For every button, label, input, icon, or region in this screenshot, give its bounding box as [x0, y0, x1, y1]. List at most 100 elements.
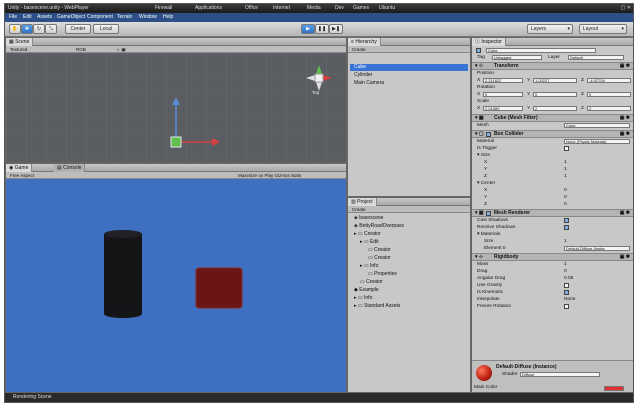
center-x-value[interactable]: 0 — [564, 187, 567, 194]
component-settings-icon[interactable]: ▣ ✱ — [620, 115, 630, 122]
scale-tool-button[interactable]: ⤡ — [45, 24, 57, 34]
layer-dropdown[interactable]: Default — [568, 55, 624, 60]
interpolate-value[interactable]: None — [564, 296, 575, 303]
rotation-z-field[interactable]: 0 — [587, 92, 631, 97]
element-0-field[interactable]: Default-Diffuse (Instar — [564, 246, 630, 251]
play-button[interactable]: ▶ — [301, 24, 315, 34]
project-item[interactable]: ◆ Example — [354, 287, 379, 294]
lighting-icon[interactable]: ☼ ▣ — [116, 46, 126, 53]
menu-edit[interactable]: Edit — [23, 14, 32, 20]
receive-shadows-checkbox[interactable] — [564, 225, 569, 230]
taskbar-item-media[interactable]: Media — [307, 5, 321, 11]
game-options[interactable]: Maximize on Play Gizmos Stats — [238, 172, 301, 179]
mesh-renderer-enabled-checkbox[interactable] — [486, 211, 491, 216]
project-item[interactable]: ▸ ▭ Standard Assets — [354, 303, 400, 310]
angular-drag-value[interactable]: 0.05 — [564, 275, 573, 282]
layout-dropdown[interactable]: Layout ▾ — [579, 24, 627, 34]
project-item[interactable]: ▭ Creator — [360, 279, 383, 286]
mesh-field[interactable]: Cube — [564, 123, 630, 128]
pause-button[interactable]: ❚❚ — [315, 24, 329, 34]
mass-value[interactable]: 1 — [564, 261, 567, 268]
freeze-rotation-checkbox[interactable] — [564, 304, 569, 309]
scale-z-field[interactable]: 2 — [587, 106, 631, 111]
size-x-value[interactable]: 1 — [564, 159, 567, 166]
tab-inspector[interactable]: ⓘ Inspector — [472, 38, 506, 46]
position-y-field[interactable]: 1.03227 — [533, 78, 577, 83]
component-settings-icon[interactable]: ▣ ✱ — [620, 210, 630, 217]
aspect-dropdown[interactable]: Free Aspect — [10, 172, 34, 179]
project-item[interactable]: ▸ ▭ Edit — [360, 239, 379, 246]
use-gravity-checkbox[interactable] — [564, 283, 569, 288]
rotation-y-field[interactable]: 0 — [533, 92, 577, 97]
rotate-tool-button[interactable]: ↻ — [33, 24, 45, 34]
scene-viewport[interactable]: Top — [6, 53, 346, 162]
tab-game[interactable]: ◉ Game — [6, 164, 33, 172]
window-controls[interactable]: ▢ ✕ — [621, 5, 631, 11]
menu-component[interactable]: Component — [87, 14, 113, 20]
expand-arrow-icon[interactable]: ▾ — [477, 181, 479, 186]
expand-arrow-icon[interactable]: ▾ — [477, 153, 479, 158]
selected-cube-handle[interactable] — [170, 136, 182, 148]
game-viewport[interactable] — [6, 179, 346, 392]
size-y-value[interactable]: 1 — [564, 166, 567, 173]
project-item[interactable]: ▭ Properties — [368, 271, 397, 278]
rigidbody-header[interactable]: ▾ ⊹ Rigidbody ▣ ✱ — [472, 253, 633, 261]
main-color-swatch[interactable] — [604, 386, 624, 391]
tab-console[interactable]: ▤ Console — [54, 164, 86, 172]
physic-material-field[interactable]: None (Physic Material) — [564, 139, 630, 144]
expand-arrow-icon[interactable]: ▾ — [477, 232, 479, 237]
project-item[interactable]: ◈ basescene — [354, 215, 383, 222]
taskbar-item-internet[interactable]: Internet — [273, 5, 290, 11]
space-toggle[interactable]: Local — [93, 24, 119, 34]
menu-gameobject[interactable]: GameObject — [57, 14, 85, 20]
tab-hierarchy[interactable]: ≡ Hierarchy — [348, 38, 381, 46]
mesh-renderer-header[interactable]: ▾ ▦ Mesh Renderer ▣ ✱ — [472, 209, 633, 217]
project-create-button[interactable]: Create — [352, 206, 366, 213]
menu-help[interactable]: Help — [163, 14, 173, 20]
taskbar-item-games[interactable]: Games — [353, 5, 369, 11]
is-trigger-checkbox[interactable] — [564, 146, 569, 151]
layers-dropdown[interactable]: Layers ▾ — [527, 24, 573, 34]
object-name-field[interactable]: Cube — [486, 48, 596, 53]
tab-project[interactable]: ▥ Project — [348, 198, 377, 206]
center-y-value[interactable]: 0 — [564, 194, 567, 201]
project-item[interactable]: ▸ ▭ Creator — [354, 231, 381, 238]
pivot-toggle[interactable]: Center — [65, 24, 91, 34]
scale-y-field[interactable]: 2 — [533, 106, 577, 111]
component-settings-icon[interactable]: ▣ ✱ — [620, 63, 630, 70]
active-checkbox[interactable] — [476, 48, 481, 53]
taskbar-item-office[interactable]: Office — [245, 5, 258, 11]
materials-size-value[interactable]: 1 — [564, 238, 567, 245]
menu-file[interactable]: File — [9, 14, 17, 20]
transform-header[interactable]: ▾ ⊹ Transform ▣ ✱ — [472, 62, 633, 70]
hand-tool-button[interactable]: ✋ — [9, 24, 21, 34]
rotation-x-field[interactable]: 0 — [483, 92, 523, 97]
component-settings-icon[interactable]: ▣ ✱ — [620, 131, 630, 138]
orientation-gizmo[interactable]: Top — [306, 65, 332, 95]
size-z-value[interactable]: 1 — [564, 173, 567, 180]
drag-value[interactable]: 0 — [564, 268, 567, 275]
is-kinematic-checkbox[interactable] — [564, 290, 569, 295]
hierarchy-item-main-camera[interactable]: Main Camera — [354, 80, 384, 87]
hierarchy-create-button[interactable]: Create — [352, 46, 366, 53]
project-item[interactable]: ▸ ▭ Info — [360, 263, 378, 270]
shader-dropdown[interactable]: Diffuse — [520, 372, 600, 377]
project-item[interactable]: ▭ Creator — [368, 255, 391, 262]
menu-terrain[interactable]: Terrain — [117, 14, 132, 20]
render-mode-dropdown[interactable]: RGB — [76, 46, 86, 53]
position-z-field[interactable]: -4.02754 — [587, 78, 631, 83]
taskbar-item-firewall[interactable]: Firewall — [155, 5, 172, 11]
hierarchy-item-cube[interactable]: Cube — [350, 64, 468, 71]
taskbar-item-ubuntu[interactable]: Ubuntu — [379, 5, 395, 11]
taskbar-item-applications[interactable]: Applications — [195, 5, 222, 11]
hierarchy-item-cylinder[interactable]: Cylinder — [354, 72, 372, 79]
taskbar-item-dev[interactable]: Dev — [335, 5, 344, 11]
project-item[interactable]: ◈ BettyRoadOverpass — [354, 223, 404, 230]
menu-window[interactable]: Window — [139, 14, 157, 20]
project-item[interactable]: ▭ Creator — [368, 247, 391, 254]
tag-dropdown[interactable]: Untagged — [492, 55, 542, 60]
shading-dropdown[interactable]: Textured — [10, 46, 27, 53]
component-settings-icon[interactable]: ▣ ✱ — [620, 254, 630, 261]
menu-assets[interactable]: Assets — [37, 14, 52, 20]
center-z-value[interactable]: 0 — [564, 201, 567, 208]
